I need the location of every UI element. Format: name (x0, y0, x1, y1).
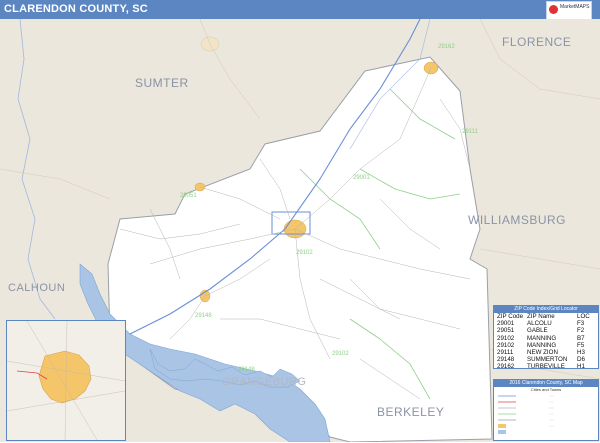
inset-map (6, 320, 126, 441)
county-label-williamsburg: WILLIAMSBURG (468, 213, 566, 227)
zip-cell: 29051 (497, 327, 515, 335)
table-row: 29111 NEW ZION H3 (494, 349, 598, 356)
table-row: 29102 MANNING B7 (494, 335, 598, 342)
name-cell: MANNING (527, 334, 557, 342)
zip-label: 29001 (353, 175, 370, 181)
county-label-berkeley: BERKELEY (377, 405, 444, 419)
map-legend: 2016 Clarendon County, SC Map Cities and… (493, 379, 599, 441)
map-title: CLARENDON COUNTY, SC (4, 3, 148, 15)
loc-cell: F5 (577, 341, 585, 349)
loc-cell: H1 (577, 363, 585, 371)
zip-cell: 29162 (497, 363, 515, 371)
zip-table-title: ZIP Code Index/Grid Locator (494, 306, 598, 313)
title-bar: CLARENDON COUNTY, SC MarketMAPS (0, 0, 600, 20)
zip-cell: 29001 (497, 320, 515, 328)
globe-logo-icon (549, 5, 558, 14)
legend-symbols (498, 395, 554, 434)
zip-label: 29102 (332, 351, 349, 357)
name-cell: NEW ZION (527, 349, 558, 357)
zip-label: 29051 (180, 193, 197, 199)
zip-cell: 29148 (497, 356, 515, 364)
loc-cell: F2 (577, 327, 585, 335)
table-row: 29162 TURBEVILLE H1 (494, 363, 598, 370)
loc-cell: D6 (577, 356, 585, 364)
zip-code-index: ZIP Code Index/Grid Locator ZIP Code ZIP… (493, 305, 599, 370)
name-cell: SUMMERTON (527, 356, 568, 364)
county-label-sumter: SUMTER (135, 76, 189, 90)
table-row: 29001 ALCOLU F3 (494, 320, 598, 327)
legend-title: 2016 Clarendon County, SC Map (494, 380, 598, 387)
name-cell: GABLE (527, 327, 548, 335)
name-cell: TURBEVILLE (527, 363, 565, 371)
inset-svg (7, 321, 125, 440)
table-row: 29051 GABLE F2 (494, 327, 598, 334)
table-row: 29148 SUMMERTON D6 (494, 356, 598, 363)
name-cell: ALCOLU (527, 320, 552, 328)
zip-label: 29148 (195, 313, 212, 319)
legend-urban-swatch (498, 424, 506, 428)
zip-label: 29148 (238, 367, 255, 373)
loc-cell: H3 (577, 349, 585, 357)
loc-cell: B7 (577, 334, 585, 342)
zip-cell: 29102 (497, 341, 515, 349)
county-label-florence: FLORENCE (502, 35, 571, 49)
header-loc: LOC (577, 313, 590, 320)
logo: MarketMAPS (546, 1, 592, 20)
name-cell: MANNING (527, 341, 557, 349)
zip-label: 29111 (462, 129, 478, 135)
loc-cell: F3 (577, 320, 585, 328)
zip-label: 29162 (438, 44, 455, 50)
table-row: 29102 MANNING F5 (494, 342, 598, 349)
zip-table-header: ZIP Code ZIP Name LOC (494, 313, 598, 320)
logo-text: MarketMAPS (560, 4, 590, 10)
zip-label: 29102 (296, 250, 313, 256)
header-zip-code: ZIP Code (497, 313, 524, 320)
header-zip-name: ZIP Name (527, 313, 555, 320)
zip-cell: 29102 (497, 334, 515, 342)
zip-cell: 29111 (497, 349, 514, 357)
county-label-calhoun: CALHOUN (8, 282, 65, 294)
legend-water-swatch (498, 430, 506, 434)
county-label-orangeburg: ORANGEBURG (222, 376, 306, 388)
